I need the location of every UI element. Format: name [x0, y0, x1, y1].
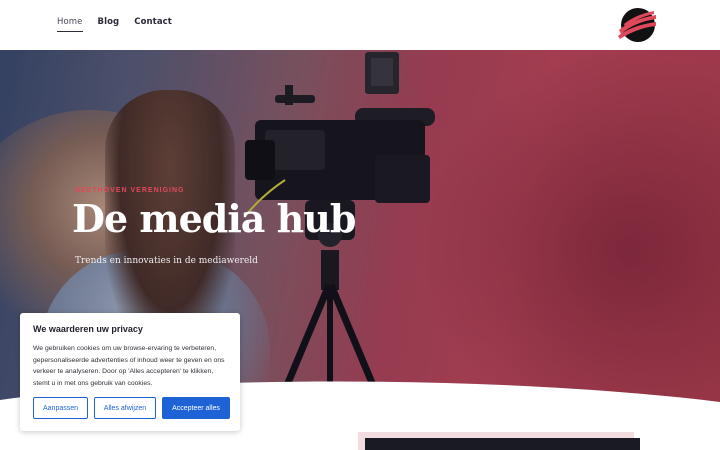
customize-button[interactable]: Aanpassen — [33, 397, 88, 419]
accept-all-button[interactable]: Accepteer alles — [162, 397, 230, 419]
nav-item-blog[interactable]: Blog — [98, 17, 120, 32]
cookie-dialog-text: We gebruiken cookies om uw browse-ervari… — [33, 345, 225, 388]
featured-post-image — [365, 438, 640, 450]
page-title: De media hub — [72, 196, 356, 241]
hero-tagline: Trends en innovaties in de mediawereld — [75, 256, 258, 266]
main-nav: Home Blog Contact — [57, 17, 172, 32]
stripe-ball-logo-icon[interactable] — [616, 6, 658, 44]
nav-item-contact[interactable]: Contact — [134, 17, 172, 32]
cookie-dialog-actions: Aanpassen Alles afwijzen Accepteer alles — [33, 397, 230, 419]
cookie-dialog-title: We waarderen uw privacy — [33, 324, 143, 334]
nav-item-home[interactable]: Home — [57, 17, 83, 32]
site-header: Home Blog Contact — [0, 0, 720, 50]
reject-all-button[interactable]: Alles afwijzen — [94, 397, 156, 419]
cookie-consent-dialog: We waarderen uw privacy We gebruiken coo… — [20, 313, 240, 431]
hero-eyebrow: BEETHOVEN VERENIGING — [75, 187, 185, 194]
featured-post-card[interactable] — [358, 432, 640, 450]
